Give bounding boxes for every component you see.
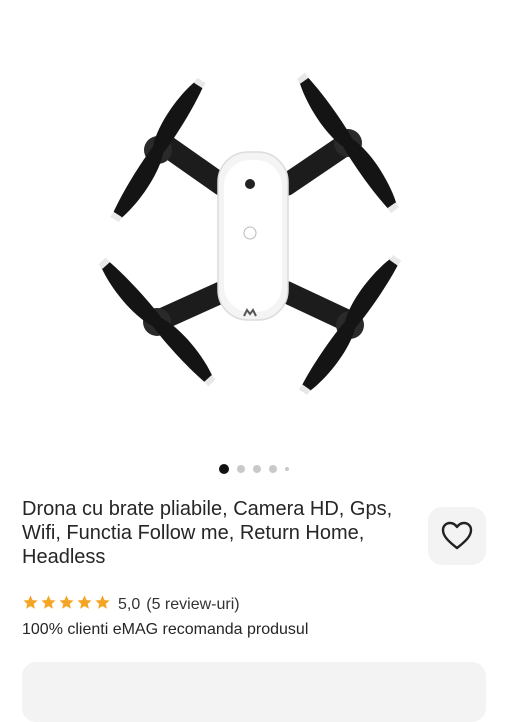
rating-stars xyxy=(22,594,112,616)
gallery-dot-1[interactable] xyxy=(219,464,229,474)
rating-summary[interactable]: 5,0 (5 review-uri) xyxy=(22,594,240,616)
rating-score: 5,0 xyxy=(118,596,141,613)
gallery-pagination[interactable] xyxy=(0,463,508,475)
drone-product-image xyxy=(98,72,402,396)
star-icon xyxy=(23,595,38,609)
review-count-link[interactable]: (5 review-uri) xyxy=(146,596,239,614)
info-card xyxy=(22,662,486,722)
star-icon xyxy=(77,595,92,609)
star-icon xyxy=(95,595,110,609)
gallery-dot-3[interactable] xyxy=(253,465,261,473)
add-to-favorites-button[interactable] xyxy=(428,507,486,565)
star-icon xyxy=(41,595,56,609)
gallery-dot-2[interactable] xyxy=(237,465,245,473)
drone-body xyxy=(217,151,289,321)
heart-outline-icon xyxy=(441,521,473,550)
star-icon xyxy=(59,595,74,609)
product-image-gallery[interactable] xyxy=(0,0,508,480)
recommendation-text: 100% clienti eMAG recomanda produsul xyxy=(22,621,309,638)
gallery-dot-5[interactable] xyxy=(285,467,289,471)
gallery-dot-4[interactable] xyxy=(269,465,277,473)
product-title: Drona cu brate pliabile, Camera HD, Gps,… xyxy=(22,498,393,568)
